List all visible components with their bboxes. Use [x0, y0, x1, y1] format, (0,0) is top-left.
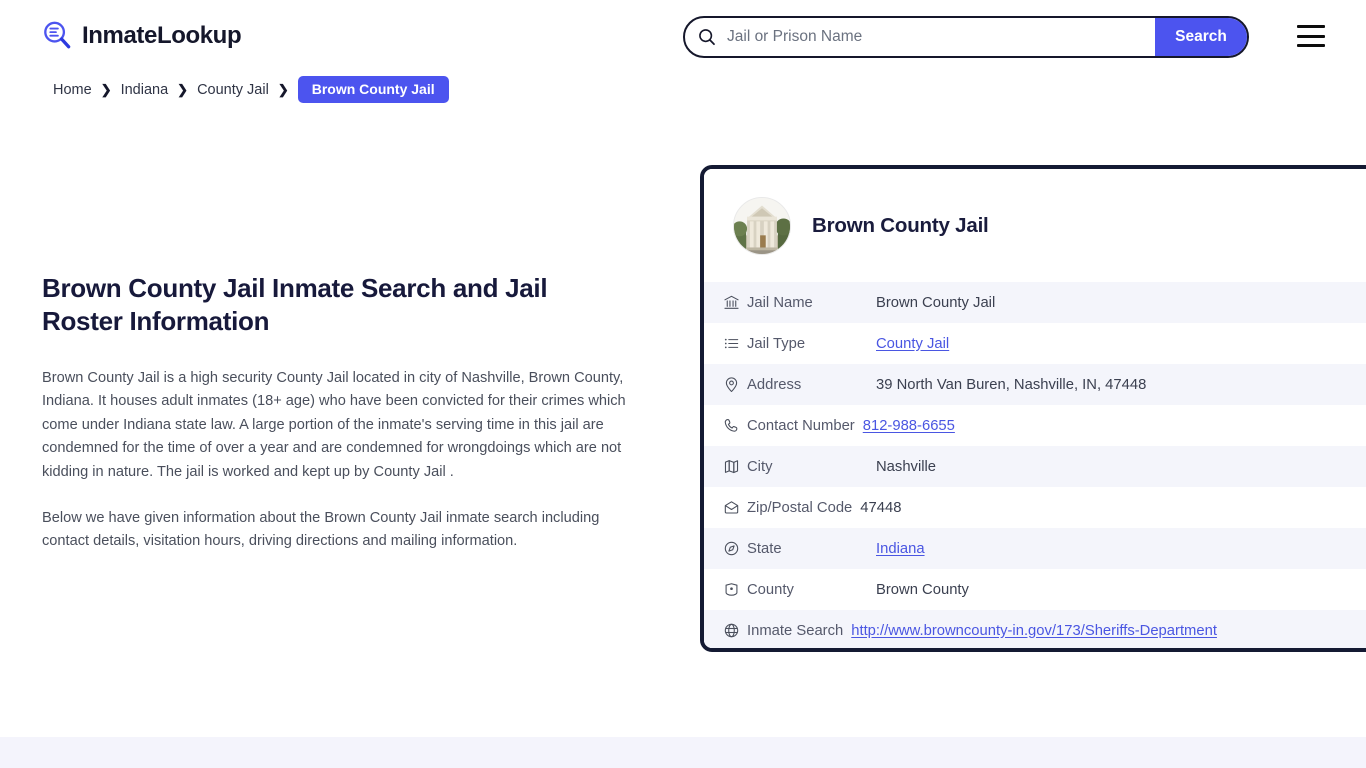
search-bar: Search	[683, 16, 1249, 58]
row-value: 812-988-6655	[863, 418, 955, 434]
state-link[interactable]: Indiana	[876, 541, 925, 557]
table-row: Address 39 North Van Buren, Nashville, I…	[704, 364, 1366, 405]
site-logo[interactable]: InmateLookup	[42, 20, 242, 51]
bank-icon	[715, 294, 747, 311]
row-label: City	[747, 458, 773, 475]
county-icon	[715, 581, 747, 598]
location-icon	[715, 376, 747, 393]
table-row: Jail Type County Jail	[704, 323, 1366, 364]
row-value: Indiana	[876, 541, 925, 557]
row-value: County Jail	[876, 336, 949, 352]
search-button[interactable]: Search	[1155, 18, 1247, 56]
table-row: Contact Number 812-988-6655	[704, 405, 1366, 446]
jail-type-link[interactable]: County Jail	[876, 336, 949, 352]
breadcrumb-item-current: Brown County Jail	[297, 76, 449, 103]
map-icon	[715, 458, 747, 475]
chevron-right-icon: ❯	[277, 81, 289, 97]
row-label: State	[747, 540, 782, 557]
row-label: County	[747, 581, 794, 598]
list-icon	[715, 335, 747, 352]
hamburger-menu-icon[interactable]	[1297, 25, 1325, 47]
jail-info-card: Brown County Jail Jail Name Brown County…	[700, 165, 1366, 652]
search-icon	[685, 27, 723, 47]
row-label: Jail Name	[747, 294, 813, 311]
envelope-icon	[715, 499, 747, 516]
jail-card-title: Brown County Jail	[812, 213, 989, 237]
row-value: Brown County Jail	[876, 294, 996, 311]
jail-details-table: Jail Name Brown County Jail Jail Type Co…	[704, 282, 1366, 648]
row-value: 47448	[860, 499, 902, 516]
courthouse-photo	[733, 196, 791, 255]
compass-icon	[715, 540, 747, 557]
table-row: State Indiana	[704, 528, 1366, 569]
chevron-right-icon: ❯	[177, 81, 189, 97]
phone-icon	[715, 417, 747, 434]
table-row: Inmate Search http://www.browncounty-in.…	[704, 610, 1366, 648]
row-label: Address	[747, 376, 802, 393]
row-value: Brown County	[876, 581, 969, 598]
page-root: InmateLookup Search Home ❯ Indiana ❯ Cou…	[0, 0, 1366, 768]
page-title: Brown County Jail Inmate Search and Jail…	[42, 273, 548, 337]
row-label: Inmate Search	[747, 622, 844, 639]
breadcrumb-item-indiana[interactable]: Indiana	[121, 82, 169, 98]
table-row: Jail Name Brown County Jail	[704, 282, 1366, 323]
row-value: http://www.browncounty-in.gov/173/Sherif…	[851, 623, 1217, 639]
search-input[interactable]	[723, 18, 1155, 56]
row-label: Contact Number	[747, 417, 855, 434]
globe-icon	[715, 622, 747, 639]
row-value: 39 North Van Buren, Nashville, IN, 47448	[876, 376, 1147, 393]
intro-paragraph: Brown County Jail is a high security Cou…	[42, 369, 626, 481]
row-label: Zip/Postal Code	[747, 499, 853, 516]
inmate-search-link[interactable]: http://www.browncounty-in.gov/173/Sherif…	[851, 623, 1217, 639]
row-value: Nashville	[876, 458, 937, 475]
jail-card-header: Brown County Jail	[704, 169, 1366, 282]
footer-band	[0, 737, 1366, 768]
row-label: Jail Type	[747, 335, 806, 352]
article-content: Brown County Jail Inmate Search and Jail…	[42, 272, 632, 576]
table-row: Zip/Postal Code 47448	[704, 487, 1366, 528]
contact-number-link[interactable]: 812-988-6655	[863, 418, 955, 434]
table-row: County Brown County	[704, 569, 1366, 610]
chevron-right-icon: ❯	[100, 81, 112, 97]
site-logo-text: InmateLookup	[82, 21, 242, 49]
table-row: City Nashville	[704, 446, 1366, 487]
breadcrumb-item-home[interactable]: Home	[53, 82, 92, 98]
site-header: InmateLookup Search	[0, 0, 1366, 74]
secondary-paragraph: Below we have given information about th…	[42, 509, 600, 550]
breadcrumb: Home ❯ Indiana ❯ County Jail ❯ Brown Cou…	[53, 76, 449, 103]
breadcrumb-item-county-jail[interactable]: County Jail	[197, 82, 269, 98]
magnifier-list-icon	[42, 20, 73, 51]
